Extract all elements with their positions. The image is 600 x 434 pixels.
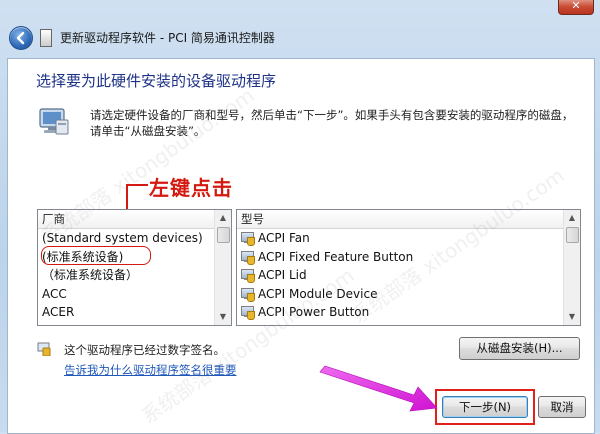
pointer-arrow-annotation <box>319 365 438 412</box>
magenta-arrow-icon <box>319 365 438 412</box>
